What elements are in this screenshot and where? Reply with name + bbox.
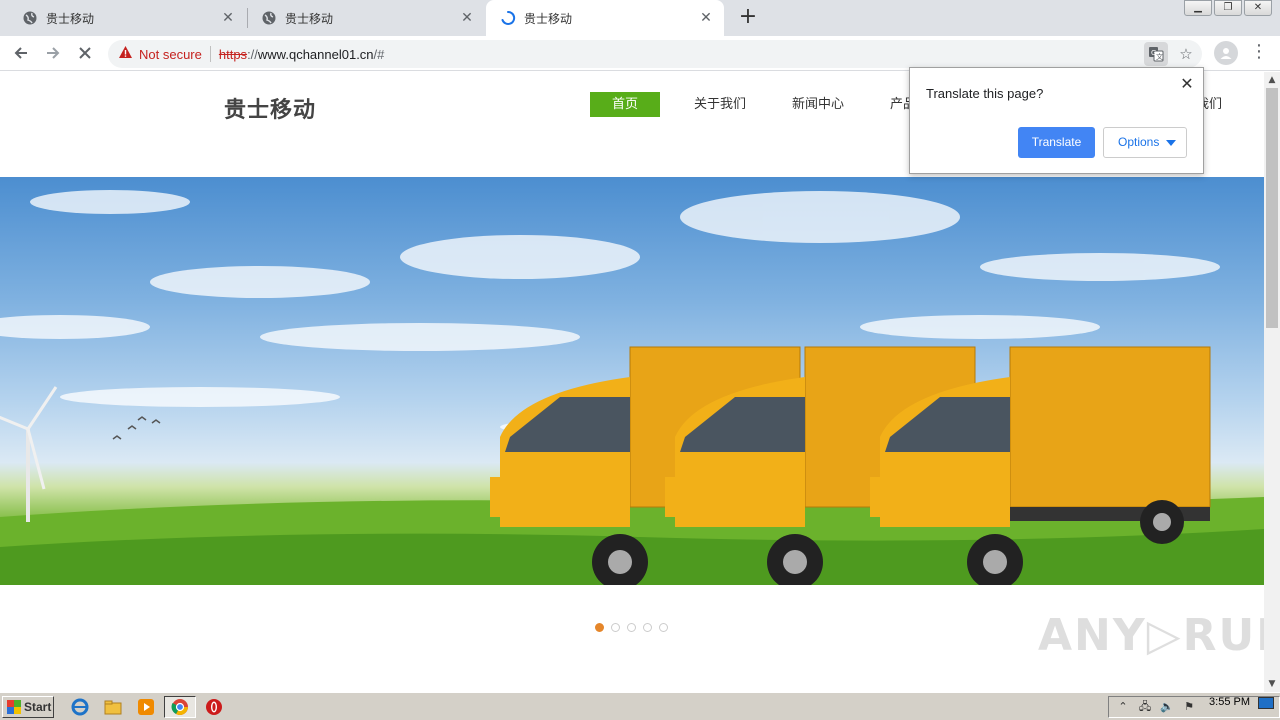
nav-item-home[interactable]: 首页	[590, 92, 661, 117]
browser-toolbar: Not secure https://www.qchannel01.cn/# G…	[0, 36, 1280, 71]
carousel-dot-1[interactable]	[595, 623, 604, 632]
svg-text:文: 文	[1156, 52, 1163, 61]
translate-button[interactable]: Translate	[1018, 127, 1095, 158]
forward-arrow-icon	[47, 47, 60, 59]
scroll-thumb[interactable]	[1266, 88, 1278, 328]
taskbar-clock[interactable]: 3:55 PM	[1209, 696, 1250, 708]
options-dropdown-button[interactable]: Options	[1103, 127, 1187, 158]
not-secure-label[interactable]: Not secure	[139, 47, 202, 62]
stop-x-icon	[79, 47, 91, 59]
url-path: /#	[373, 46, 385, 62]
close-tab-icon[interactable]: ✕	[698, 10, 714, 26]
tab-1[interactable]: 贵士移动 ✕	[8, 0, 246, 36]
action-center-flag-icon[interactable]: ⚑	[1181, 700, 1197, 714]
file-explorer-icon[interactable]	[104, 698, 122, 716]
bookmark-star-icon[interactable]: ☆	[1174, 42, 1198, 66]
minimize-button[interactable]: ▁	[1184, 0, 1212, 16]
close-tab-icon[interactable]: ✕	[459, 10, 475, 26]
hero-banner-image[interactable]	[0, 177, 1264, 585]
anyrun-watermark: ANY▷RUN	[1038, 610, 1264, 661]
close-tab-icon[interactable]: ✕	[220, 10, 236, 26]
banner-illustration	[0, 190, 1264, 585]
restore-button[interactable]: ❐	[1214, 0, 1242, 16]
windows-logo-icon	[7, 700, 21, 714]
profile-avatar-icon[interactable]	[1214, 41, 1238, 65]
url-scheme: https	[218, 46, 248, 62]
media-player-icon[interactable]	[137, 698, 155, 716]
loading-spinner-icon	[500, 10, 516, 26]
start-button[interactable]: Start	[2, 696, 54, 718]
opera-icon[interactable]	[205, 698, 223, 716]
close-icon[interactable]: ✕	[1179, 76, 1195, 92]
url-text[interactable]: https://www.qchannel01.cn/#	[219, 47, 385, 62]
carousel-dots	[595, 623, 675, 632]
close-window-button[interactable]: ✕	[1244, 0, 1272, 16]
address-bar[interactable]: Not secure https://www.qchannel01.cn/# G…	[108, 40, 1202, 68]
tab-2[interactable]: 贵士移动 ✕	[247, 0, 485, 36]
options-label: Options	[1118, 135, 1160, 149]
page-scrollbar[interactable]: ▲ ▼	[1264, 72, 1280, 692]
site-logo[interactable]: 贵士移动	[224, 92, 316, 124]
chrome-icon	[171, 699, 188, 716]
nav-item-about[interactable]: 关于我们	[682, 92, 758, 117]
nav-item-news[interactable]: 新闻中心	[780, 92, 856, 117]
globe-icon	[261, 10, 277, 26]
translate-icon[interactable]: G文	[1144, 42, 1168, 66]
tab-strip: 贵士移动 ✕ 贵士移动 ✕ 贵士移动 ✕ + ▁ ❐ ✕	[0, 0, 1280, 36]
start-label: Start	[24, 700, 52, 714]
scroll-down-arrow-icon[interactable]: ▼	[1264, 676, 1280, 692]
site-nav: 首页 关于我们 新闻中心 产品与	[590, 92, 963, 117]
scroll-up-arrow-icon[interactable]: ▲	[1264, 72, 1280, 88]
tab-3-active[interactable]: 贵士移动 ✕	[486, 0, 724, 36]
volume-icon[interactable]: 🔈	[1159, 700, 1175, 714]
system-tray: ⌃ 🖧 🔈 ⚑	[1108, 696, 1280, 718]
show-desktop-icon[interactable]	[1258, 697, 1274, 709]
internet-explorer-icon[interactable]	[71, 698, 89, 716]
globe-icon	[22, 10, 38, 26]
warning-triangle-icon	[118, 45, 133, 63]
carousel-dot-2[interactable]	[611, 623, 620, 632]
kebab-menu-icon[interactable]: ⋮	[1250, 41, 1268, 65]
back-arrow-icon	[14, 47, 27, 59]
url-host: www.qchannel01.cn	[257, 46, 374, 62]
tab-title: 贵士移动	[46, 11, 95, 26]
omnibox-divider	[209, 46, 211, 62]
wind-turbine	[0, 386, 58, 522]
tray-expand-icon[interactable]: ⌃	[1115, 700, 1131, 714]
caret-down-icon	[1166, 140, 1176, 146]
carousel-dot-4[interactable]	[643, 623, 652, 632]
window-controls: ▁ ❐ ✕	[1182, 0, 1272, 16]
windows-taskbar: Start ⌃ 🖧 🔈 ⚑ 3:55 PM	[0, 692, 1280, 720]
translate-bubble: Translate this page? ✕ Translate Options	[909, 67, 1204, 174]
tab-title: 贵士移动	[524, 11, 573, 26]
taskbar-chrome-active[interactable]	[164, 696, 196, 718]
stop-loading-button[interactable]	[73, 41, 97, 65]
forward-button[interactable]	[41, 41, 65, 65]
carousel-dot-5[interactable]	[659, 623, 668, 632]
translate-bubble-title: Translate this page?	[926, 86, 1044, 101]
url-separator: ://	[247, 46, 258, 62]
tab-title: 贵士移动	[285, 11, 334, 26]
network-icon[interactable]: 🖧	[1137, 700, 1153, 714]
new-tab-button[interactable]: +	[736, 6, 760, 30]
back-button[interactable]	[9, 41, 33, 65]
carousel-dot-3[interactable]	[627, 623, 636, 632]
